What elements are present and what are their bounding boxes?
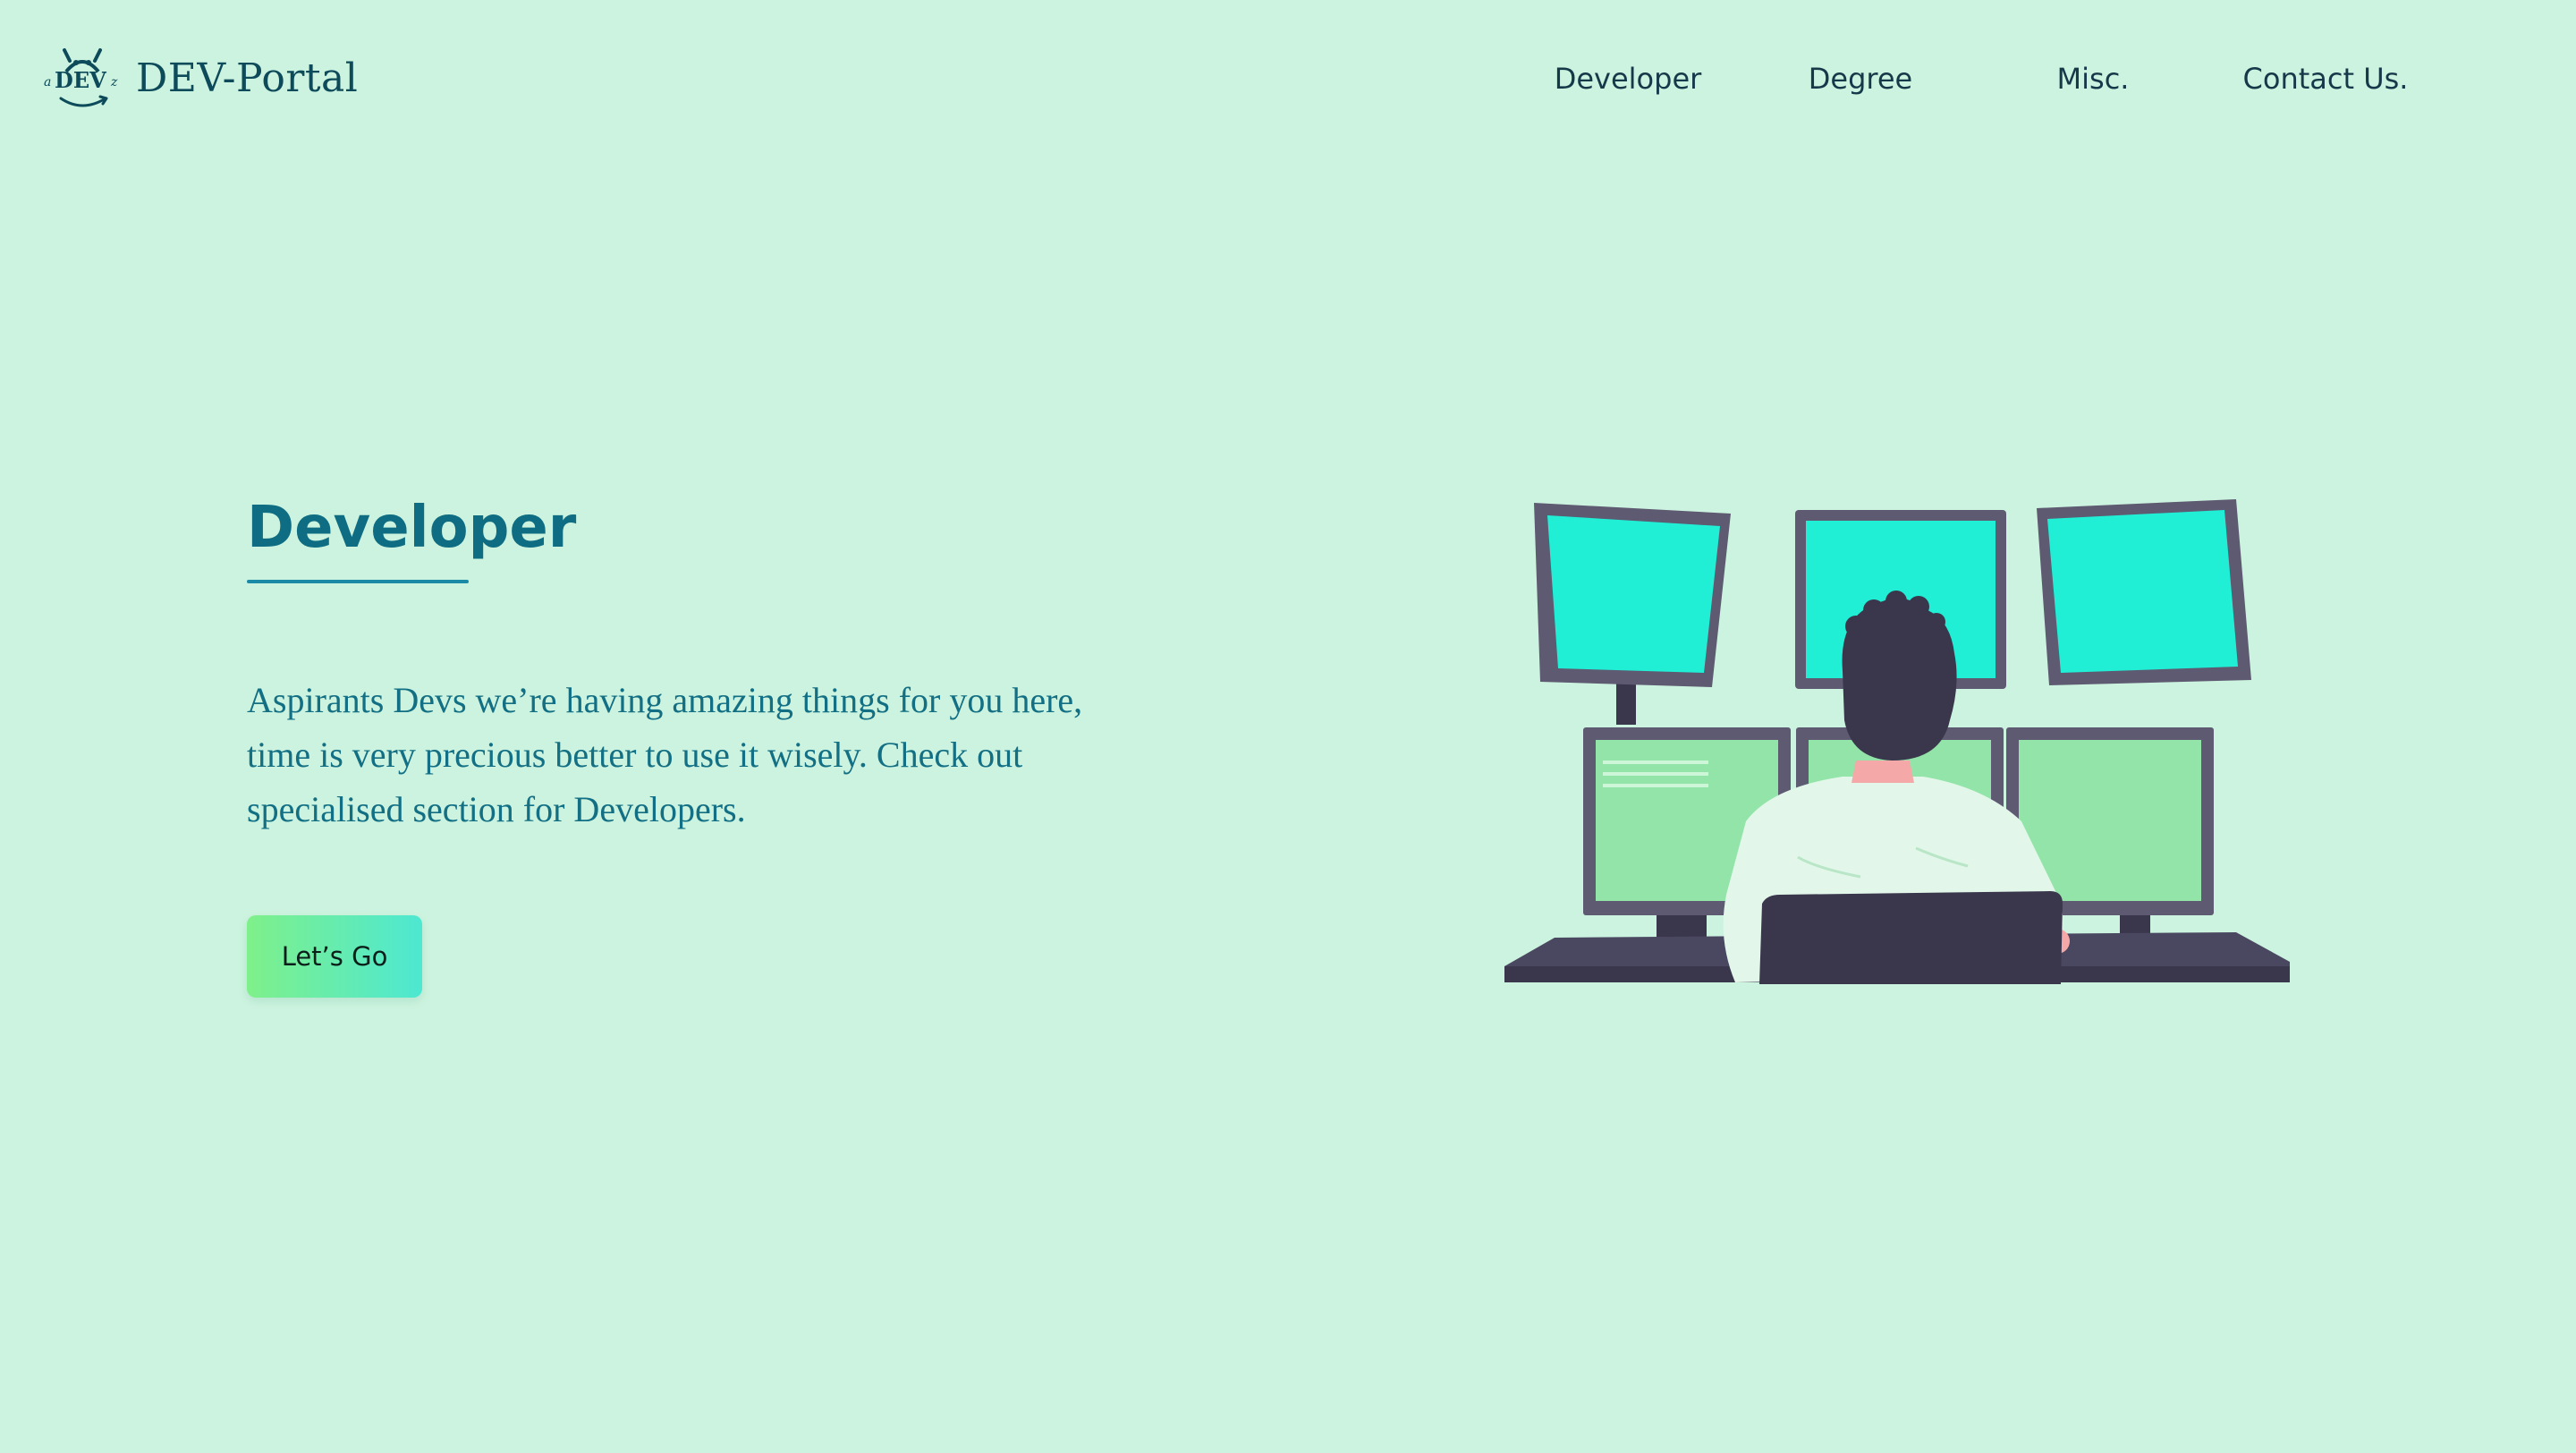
lets-go-button[interactable]: Let’s Go xyxy=(247,915,422,998)
brand-home-link[interactable]: a DEV z DEV-Portal xyxy=(43,39,358,116)
developer-desk-illustration xyxy=(1504,499,2290,984)
nav-link-misc[interactable]: Misc. xyxy=(1986,54,2200,104)
hero-description: Aspirants Devs we’re having amazing thin… xyxy=(247,680,1083,829)
svg-text:DEV: DEV xyxy=(55,67,106,93)
hero-section: Developer Aspirants Devs we’re having am… xyxy=(247,483,1141,998)
hero-title: Developer xyxy=(247,495,577,561)
svg-text:a: a xyxy=(44,75,51,89)
svg-text:z: z xyxy=(110,75,118,89)
chair xyxy=(1759,891,2063,984)
nav-link-degree[interactable]: Degree xyxy=(1753,54,1968,104)
navbar: a DEV z DEV-Portal Developer Degree Misc… xyxy=(0,0,2576,161)
title-underline xyxy=(247,580,469,583)
monitor-top-left xyxy=(1534,503,1731,687)
monitor-top-right xyxy=(2037,499,2251,685)
brand-name: DEV-Portal xyxy=(136,55,359,101)
main-nav: Developer Degree Misc. Contact Us. xyxy=(1521,54,2487,104)
nav-link-developer[interactable]: Developer xyxy=(1521,54,1735,104)
nav-link-contact-us[interactable]: Contact Us. xyxy=(2218,54,2433,104)
dev-logo-icon: a DEV z xyxy=(44,48,118,107)
